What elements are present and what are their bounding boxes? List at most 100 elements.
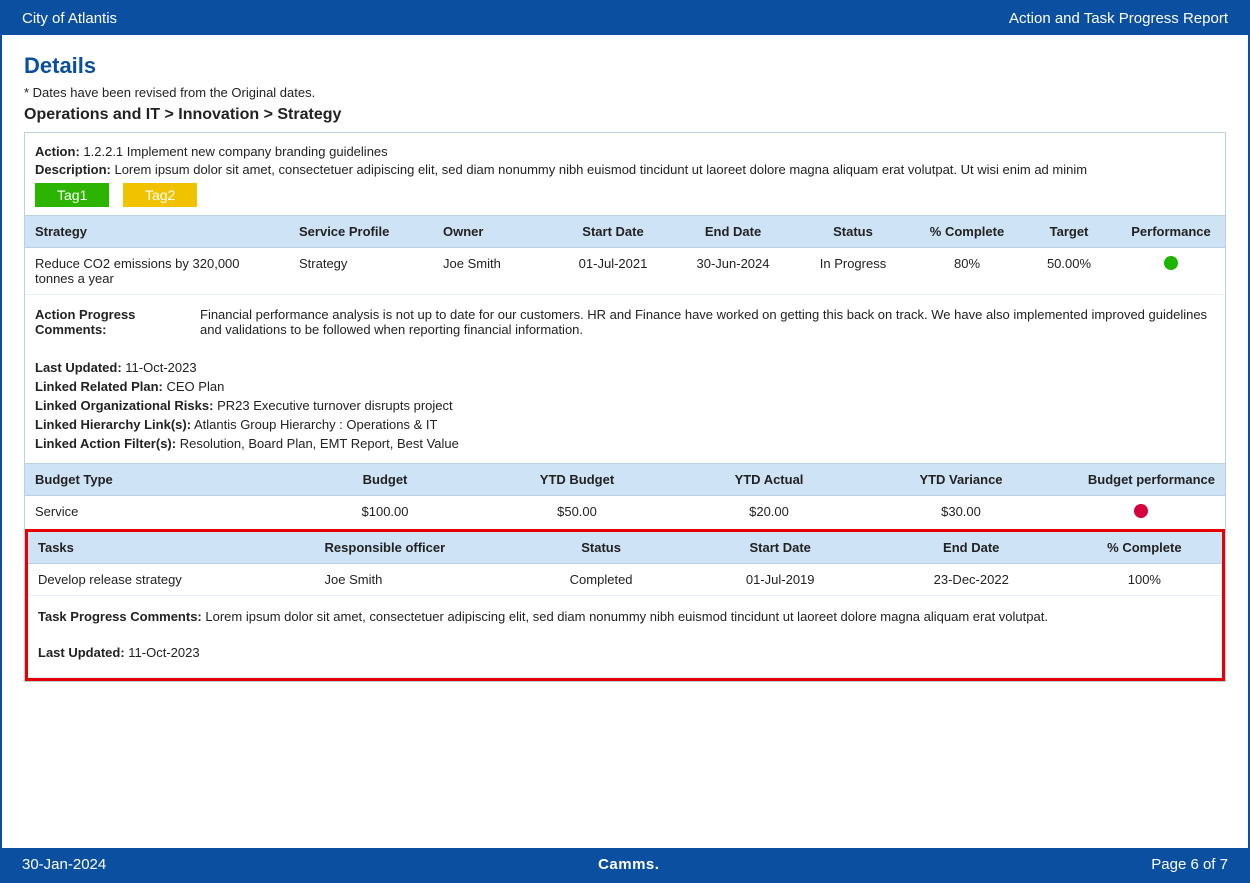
cell-service-profile: Strategy xyxy=(289,248,433,295)
org-risks-label: Linked Organizational Risks: xyxy=(35,398,213,413)
cell-ytd-budget: $50.00 xyxy=(481,496,673,530)
col-strategy: Strategy xyxy=(25,216,289,248)
task-progress-comments: Task Progress Comments: Lorem ipsum dolo… xyxy=(38,609,1212,624)
budget-table: Budget Type Budget YTD Budget YTD Actual… xyxy=(25,464,1225,530)
linked-related-plan: Linked Related Plan: CEO Plan xyxy=(35,379,1215,394)
action-value: 1.2.2.1 Implement new company branding g… xyxy=(83,144,387,159)
tag-2: Tag2 xyxy=(123,183,197,207)
col-budget: Budget xyxy=(289,464,481,496)
col-task-complete: % Complete xyxy=(1067,532,1222,564)
strategy-row: Reduce CO2 emissions by 320,000 tonnes a… xyxy=(25,248,1225,295)
col-performance: Performance xyxy=(1117,216,1225,248)
col-target: Target xyxy=(1021,216,1117,248)
footer-bar: 30-Jan-2024 Camms. Page 6 of 7 xyxy=(2,848,1248,881)
cell-task-complete: 100% xyxy=(1067,564,1222,596)
col-ytd-actual: YTD Actual xyxy=(673,464,865,496)
col-budget-performance: Budget performance xyxy=(1057,464,1225,496)
cell-performance xyxy=(1117,248,1225,295)
col-service-profile: Service Profile xyxy=(289,216,433,248)
related-plan-label: Linked Related Plan: xyxy=(35,379,163,394)
action-label: Action: xyxy=(35,144,80,159)
cell-start-date: 01-Jul-2021 xyxy=(553,248,673,295)
tags-row: Tag1 Tag2 xyxy=(35,183,1215,207)
filters-value: Resolution, Board Plan, EMT Report, Best… xyxy=(180,436,459,451)
cell-task-start: 01-Jul-2019 xyxy=(685,564,876,596)
cell-target: 50.00% xyxy=(1021,248,1117,295)
cell-task-status: Completed xyxy=(518,564,685,596)
cell-budget-performance xyxy=(1057,496,1225,530)
cell-end-date: 30-Jun-2024 xyxy=(673,248,793,295)
breadcrumb: Operations and IT > Innovation > Strateg… xyxy=(24,106,1226,124)
last-updated: Last Updated: 11-Oct-2023 xyxy=(35,360,1215,375)
header-right: Action and Task Progress Report xyxy=(1009,10,1228,27)
cell-owner: Joe Smith xyxy=(433,248,553,295)
tasks-table: Tasks Responsible officer Status Start D… xyxy=(28,532,1222,678)
task-last-updated: Last Updated: 11-Oct-2023 xyxy=(38,645,1212,660)
footer-page: Page 6 of 7 xyxy=(1151,856,1228,873)
cell-budget-type: Service xyxy=(25,496,289,530)
content-area: Details * Dates have been revised from t… xyxy=(2,35,1248,848)
description-row: Description: Lorem ipsum dolor sit amet,… xyxy=(35,162,1215,177)
footer-brand: Camms. xyxy=(598,856,659,873)
budget-performance-dot-icon xyxy=(1134,504,1148,518)
hierarchy-value: Atlantis Group Hierarchy : Operations & … xyxy=(194,417,437,432)
description-value: Lorem ipsum dolor sit amet, consectetuer… xyxy=(114,162,1087,177)
action-box: Action: 1.2.2.1 Implement new company br… xyxy=(24,132,1226,682)
col-complete: % Complete xyxy=(913,216,1021,248)
col-budget-type: Budget Type xyxy=(25,464,289,496)
col-owner: Owner xyxy=(433,216,553,248)
action-progress-comments: Action Progress Comments: Financial perf… xyxy=(35,307,1215,337)
cell-complete: 80% xyxy=(913,248,1021,295)
task-row: Develop release strategy Joe Smith Compl… xyxy=(28,564,1222,596)
meta-block: Action Progress Comments: Financial perf… xyxy=(25,295,1225,464)
tag-1: Tag1 xyxy=(35,183,109,207)
tpc-value: Lorem ipsum dolor sit amet, consectetuer… xyxy=(205,609,1048,624)
tpc-label: Task Progress Comments: xyxy=(38,609,202,624)
date-revision-note: * Dates have been revised from the Origi… xyxy=(24,85,1226,100)
header-left: City of Atlantis xyxy=(22,10,117,27)
cell-ytd-variance: $30.00 xyxy=(865,496,1057,530)
org-risks-value: PR23 Executive turnover disrupts project xyxy=(217,398,453,413)
col-ytd-budget: YTD Budget xyxy=(481,464,673,496)
cell-ytd-actual: $20.00 xyxy=(673,496,865,530)
task-comments-row: Task Progress Comments: Lorem ipsum dolo… xyxy=(28,596,1222,678)
apc-value: Financial performance analysis is not up… xyxy=(200,307,1215,337)
section-title: Details xyxy=(24,53,1226,79)
col-task-status: Status xyxy=(518,532,685,564)
filters-label: Linked Action Filter(s): xyxy=(35,436,176,451)
footer-date: 30-Jan-2024 xyxy=(22,856,106,873)
col-task-start: Start Date xyxy=(685,532,876,564)
tasks-highlight-box: Tasks Responsible officer Status Start D… xyxy=(25,529,1225,681)
cell-budget: $100.00 xyxy=(289,496,481,530)
action-row: Action: 1.2.2.1 Implement new company br… xyxy=(35,144,1215,159)
header-bar: City of Atlantis Action and Task Progres… xyxy=(2,2,1248,35)
col-ytd-variance: YTD Variance xyxy=(865,464,1057,496)
report-page: City of Atlantis Action and Task Progres… xyxy=(0,0,1250,883)
action-header: Action: 1.2.2.1 Implement new company br… xyxy=(25,133,1225,215)
linked-org-risks: Linked Organizational Risks: PR23 Execut… xyxy=(35,398,1215,413)
related-plan-value: CEO Plan xyxy=(167,379,225,394)
cell-task: Develop release strategy xyxy=(28,564,315,596)
cell-strategy: Reduce CO2 emissions by 320,000 tonnes a… xyxy=(25,248,289,295)
description-label: Description: xyxy=(35,162,111,177)
col-task-end: End Date xyxy=(876,532,1067,564)
last-updated-label: Last Updated: xyxy=(35,360,122,375)
apc-label: Action Progress Comments: xyxy=(35,307,200,337)
col-officer: Responsible officer xyxy=(315,532,518,564)
col-end-date: End Date xyxy=(673,216,793,248)
col-status: Status xyxy=(793,216,913,248)
last-updated-value: 11-Oct-2023 xyxy=(125,360,196,375)
cell-task-end: 23-Dec-2022 xyxy=(876,564,1067,596)
performance-dot-icon xyxy=(1164,256,1178,270)
hierarchy-label: Linked Hierarchy Link(s): xyxy=(35,417,191,432)
col-start-date: Start Date xyxy=(553,216,673,248)
strategy-table: Strategy Service Profile Owner Start Dat… xyxy=(25,215,1225,295)
task-last-updated-label: Last Updated: xyxy=(38,645,125,660)
task-last-updated-value: 11-Oct-2023 xyxy=(128,645,199,660)
budget-row: Service $100.00 $50.00 $20.00 $30.00 xyxy=(25,496,1225,530)
linked-action-filters: Linked Action Filter(s): Resolution, Boa… xyxy=(35,436,1215,451)
cell-status: In Progress xyxy=(793,248,913,295)
linked-hierarchy: Linked Hierarchy Link(s): Atlantis Group… xyxy=(35,417,1215,432)
col-tasks: Tasks xyxy=(28,532,315,564)
cell-officer: Joe Smith xyxy=(315,564,518,596)
